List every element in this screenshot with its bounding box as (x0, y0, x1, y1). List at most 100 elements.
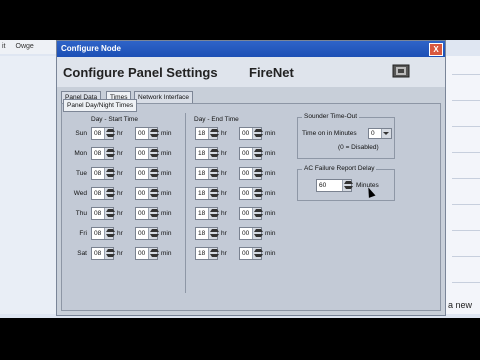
sounder-timeout-select[interactable]: 0 (368, 128, 392, 139)
start-hour-stepper[interactable]: 08 (91, 207, 115, 220)
start-hour-stepper-value: 08 (94, 130, 102, 137)
ac-failure-group: AC Failure Report Delay 60 Minutes (297, 165, 395, 201)
day-label: Mon (74, 150, 87, 157)
end-minute-stepper[interactable]: 00 (239, 227, 263, 240)
hr-label: hr (221, 130, 227, 137)
min-label: min (265, 230, 276, 237)
end-minute-stepper[interactable]: 00 (239, 147, 263, 160)
stepper-arrows-icon[interactable] (148, 168, 159, 179)
stepper-arrows-icon[interactable] (104, 148, 115, 159)
stepper-arrows-icon[interactable] (208, 148, 219, 159)
stepper-arrows-icon[interactable] (104, 208, 115, 219)
start-minute-stepper[interactable]: 00 (135, 227, 159, 240)
stepper-arrows-icon[interactable] (252, 168, 263, 179)
end-hour-stepper[interactable]: 18 (195, 187, 219, 200)
stepper-arrows-icon[interactable] (104, 168, 115, 179)
stepper-arrows-icon[interactable] (252, 188, 263, 199)
stepper-arrows-icon[interactable] (208, 228, 219, 239)
end-time-header: Day - End Time (194, 116, 239, 123)
min-label: min (265, 210, 276, 217)
stepper-arrows-icon[interactable] (148, 128, 159, 139)
stepper-arrows-icon[interactable] (208, 248, 219, 259)
background-menu-item[interactable]: Owge (16, 43, 34, 50)
stepper-arrows-icon[interactable] (252, 148, 263, 159)
day-label: Sun (75, 130, 87, 137)
stepper-arrows-icon[interactable] (148, 228, 159, 239)
end-hour-stepper[interactable]: 18 (195, 207, 219, 220)
start-minute-stepper[interactable]: 00 (135, 187, 159, 200)
stepper-arrows-icon[interactable] (104, 228, 115, 239)
ac-delay-stepper[interactable]: 60 (316, 179, 353, 192)
dialog-header: Configure Panel Settings FireNet (57, 57, 445, 87)
hr-label: hr (117, 230, 123, 237)
page-title: Configure Panel Settings (63, 65, 218, 80)
min-label: min (161, 230, 172, 237)
sounder-timeout-value: 0 (371, 130, 375, 137)
start-minute-stepper[interactable]: 00 (135, 247, 159, 260)
stepper-arrows-icon[interactable] (148, 188, 159, 199)
stepper-arrows-icon[interactable] (252, 248, 263, 259)
min-label: min (161, 190, 172, 197)
start-minute-stepper[interactable]: 00 (135, 207, 159, 220)
background-menu-item[interactable]: it (2, 43, 6, 50)
stepper-arrows-icon[interactable] (104, 128, 115, 139)
end-hour-stepper[interactable]: 18 (195, 247, 219, 260)
stepper-arrows-icon[interactable] (208, 128, 219, 139)
start-hour-stepper[interactable]: 08 (91, 187, 115, 200)
screen: it Owge a new Configure Node X Configure … (0, 0, 480, 360)
start-minute-stepper-value: 00 (138, 150, 146, 157)
end-minute-stepper-value: 00 (242, 190, 250, 197)
stepper-arrows-icon[interactable] (252, 128, 263, 139)
hr-label: hr (117, 190, 123, 197)
start-minute-stepper-value: 00 (138, 210, 146, 217)
end-minute-stepper[interactable]: 00 (239, 167, 263, 180)
end-minute-stepper[interactable]: 00 (239, 207, 263, 220)
min-label: min (265, 130, 276, 137)
start-hour-stepper[interactable]: 08 (91, 167, 115, 180)
sounder-group-title: Sounder Time-Out (302, 113, 360, 120)
end-minute-stepper[interactable]: 00 (239, 247, 263, 260)
stepper-arrows-icon[interactable] (342, 180, 353, 191)
end-hour-stepper[interactable]: 18 (195, 227, 219, 240)
stepper-arrows-icon[interactable] (104, 248, 115, 259)
sounder-note: (0 = Disabled) (338, 144, 379, 151)
start-hour-stepper[interactable]: 08 (91, 227, 115, 240)
start-minute-stepper[interactable]: 00 (135, 147, 159, 160)
stepper-arrows-icon[interactable] (208, 168, 219, 179)
stepper-arrows-icon[interactable] (148, 148, 159, 159)
day-label: Fri (79, 230, 87, 237)
stepper-arrows-icon[interactable] (148, 248, 159, 259)
stepper-arrows-icon[interactable] (208, 188, 219, 199)
start-minute-stepper[interactable]: 00 (135, 167, 159, 180)
day-label: Sat (77, 250, 87, 257)
end-hour-stepper[interactable]: 18 (195, 167, 219, 180)
end-minute-stepper-value: 00 (242, 170, 250, 177)
start-hour-stepper[interactable]: 08 (91, 147, 115, 160)
end-hour-stepper-value: 18 (198, 190, 206, 197)
sounder-group: Sounder Time-Out Time on in Minutes 0 (0… (297, 113, 395, 159)
end-hour-stepper-value: 18 (198, 230, 206, 237)
start-hour-stepper[interactable]: 08 (91, 127, 115, 140)
stepper-arrows-icon[interactable] (104, 188, 115, 199)
min-label: min (161, 170, 172, 177)
chevron-down-icon[interactable] (381, 129, 391, 138)
background-menu: it Owge (0, 40, 60, 54)
end-hour-stepper[interactable]: 18 (195, 147, 219, 160)
dialog-title: Configure Node (61, 44, 121, 53)
start-minute-stepper[interactable]: 00 (135, 127, 159, 140)
end-hour-stepper[interactable]: 18 (195, 127, 219, 140)
start-minute-stepper-value: 00 (138, 170, 146, 177)
end-minute-stepper-value: 00 (242, 250, 250, 257)
hr-label: hr (221, 150, 227, 157)
close-button[interactable]: X (429, 43, 443, 56)
stepper-arrows-icon[interactable] (252, 208, 263, 219)
end-minute-stepper[interactable]: 00 (239, 127, 263, 140)
subtab-day-night-times[interactable]: Panel Day/Night Times (63, 99, 138, 112)
stepper-arrows-icon[interactable] (252, 228, 263, 239)
end-minute-stepper[interactable]: 00 (239, 187, 263, 200)
dialog-titlebar[interactable]: Configure Node X (57, 41, 445, 57)
stepper-arrows-icon[interactable] (208, 208, 219, 219)
stepper-arrows-icon[interactable] (148, 208, 159, 219)
start-hour-stepper[interactable]: 08 (91, 247, 115, 260)
min-label: min (161, 250, 172, 257)
